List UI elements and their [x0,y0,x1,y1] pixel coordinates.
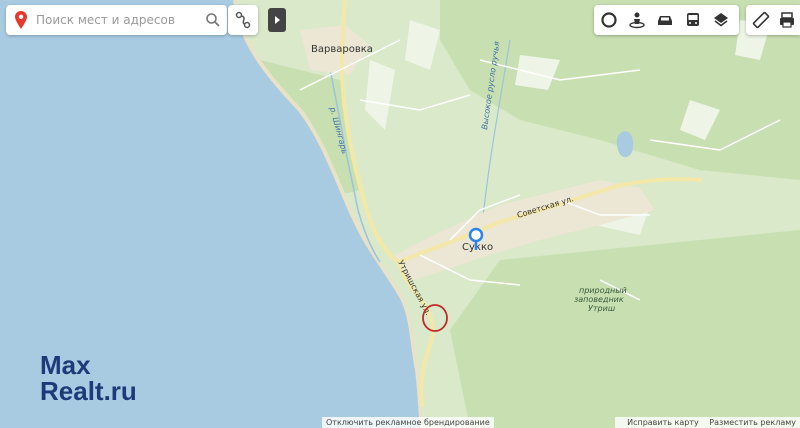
watermark-line2: Realt.ru [40,376,137,406]
label-reserve-line3: Утриш [588,304,616,313]
search-box[interactable] [6,5,227,35]
disable-ad-branding-link[interactable]: Отключить рекламное брендирование [322,417,494,428]
route-icon [235,11,251,29]
panorama-icon[interactable] [627,10,647,30]
ruler-icon[interactable] [751,10,771,30]
traffic-icon[interactable] [599,10,619,30]
watermark-line1: Max [40,350,91,380]
label-sukko: Сукко [462,242,493,253]
map-toolbar [594,5,739,35]
label-reserve-line2: заповедник [574,295,624,304]
route-button[interactable] [228,5,258,35]
place-ad-link[interactable]: Разместить рекламу [709,418,796,427]
location-pin-icon [15,11,27,29]
label-reserve-line1: природный [579,286,627,295]
print-icon[interactable] [777,10,797,30]
search-icon[interactable] [206,13,220,27]
layers-icon[interactable] [711,10,731,30]
collapse-panel-button[interactable] [268,8,286,32]
fix-map-link[interactable]: Исправить карту [627,418,699,427]
search-input[interactable] [36,10,196,30]
bus-icon[interactable] [683,10,703,30]
play-icon [275,16,280,24]
watermark: Max Realt.ru [40,352,137,404]
car-icon[interactable] [655,10,675,30]
map-footer: Исправить карту Разместить рекламу [615,417,800,428]
label-varvarovka: Варваровка [311,44,373,55]
map-toolbar-secondary [746,5,800,35]
